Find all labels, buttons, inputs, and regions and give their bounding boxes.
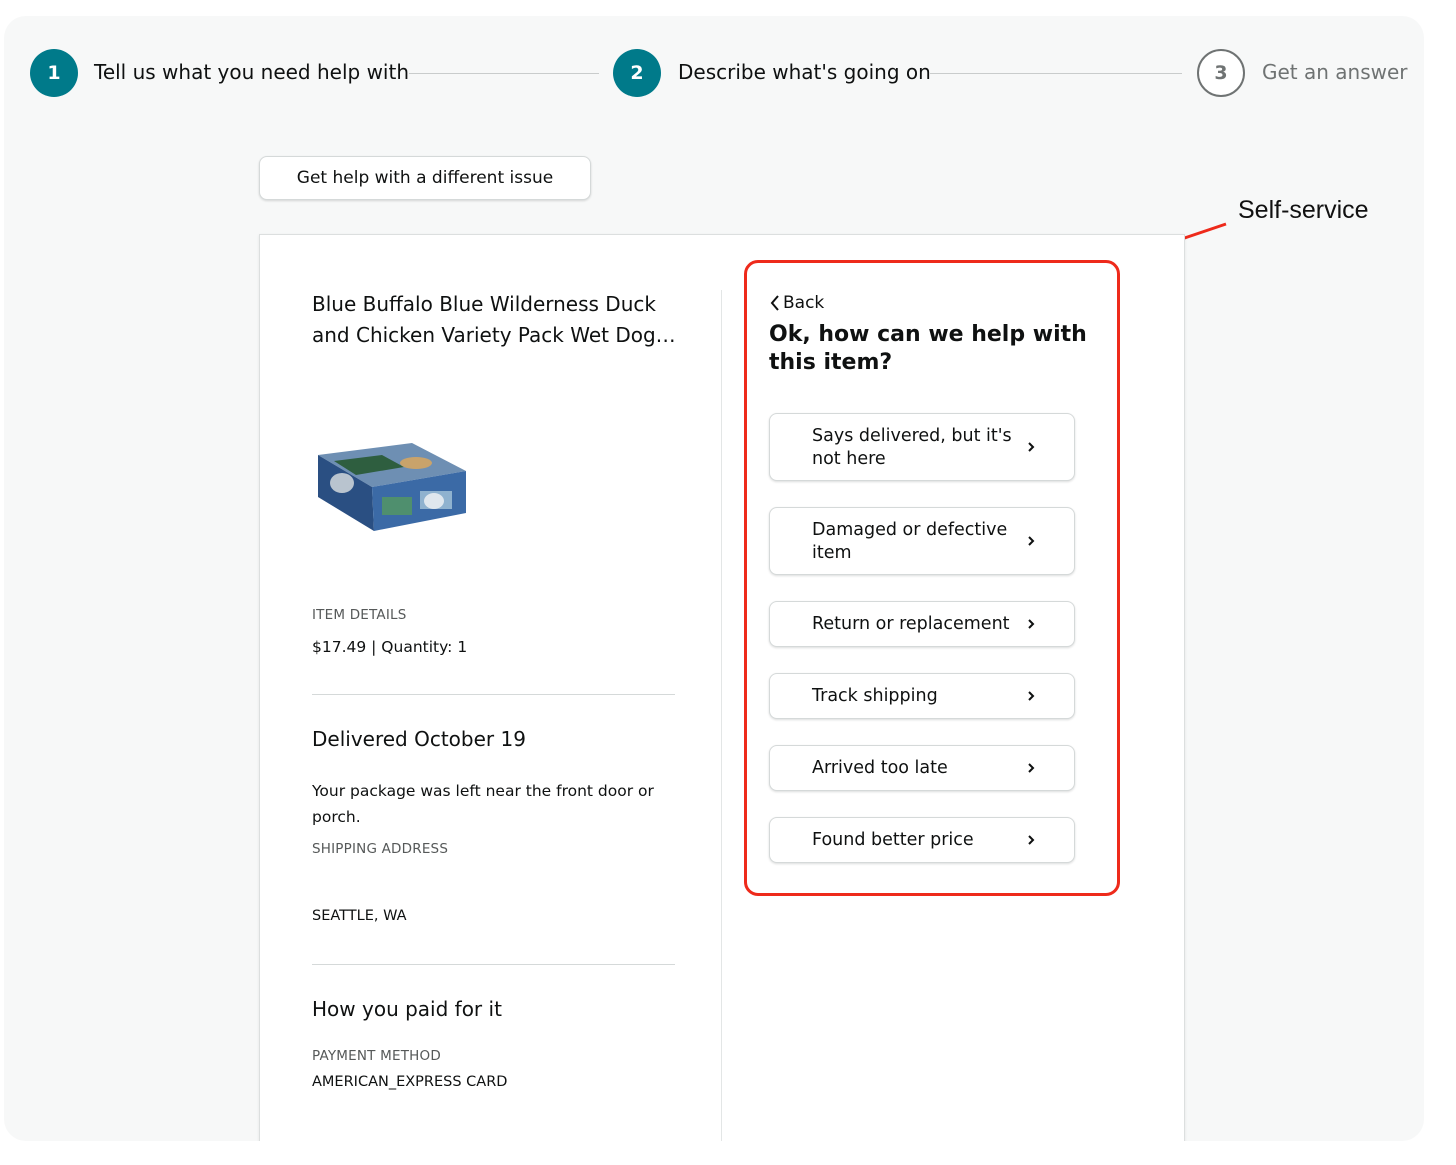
chevron-left-icon: [770, 295, 779, 311]
delivery-note: Your package was left near the front doo…: [312, 782, 654, 826]
payment-method-value: AMERICAN_EXPRESS CARD: [312, 1074, 508, 1090]
help-page: 1 Tell us what you need help with 2 Desc…: [4, 16, 1424, 1141]
option-track-shipping[interactable]: Track shipping: [769, 673, 1075, 719]
order-help-card: Blue Buffalo Blue Wilderness Duck and Ch…: [259, 234, 1185, 1141]
option-label: Found better price: [812, 830, 974, 850]
product-image: [318, 443, 466, 531]
item-price-quantity: $17.49 | Quantity: 1: [312, 638, 468, 656]
shipping-address-label: SHIPPING ADDRESS: [312, 841, 449, 857]
option-damaged-defective[interactable]: Damaged or defective item: [769, 507, 1075, 575]
option-arrived-too-late[interactable]: Arrived too late: [769, 745, 1075, 791]
step-connector-1: [409, 73, 599, 74]
option-label: Track shipping: [812, 686, 938, 706]
step-3-circle: 3: [1197, 49, 1245, 97]
divider: [312, 694, 675, 695]
back-link[interactable]: Back: [769, 293, 824, 313]
chevron-right-icon: [1028, 536, 1035, 546]
chevron-right-icon: [1028, 691, 1035, 701]
chevron-right-icon: [1028, 619, 1035, 629]
step-2-circle: 2: [613, 49, 661, 97]
different-issue-button[interactable]: Get help with a different issue: [259, 156, 591, 200]
self-service-title: Ok, how can we help with this item?: [769, 322, 1087, 375]
chevron-right-icon: [1028, 442, 1035, 452]
step-1-label: Tell us what you need help with: [94, 60, 409, 84]
self-service-panel: Back Ok, how can we help with this item?…: [744, 260, 1120, 896]
item-details-label: ITEM DETAILS: [312, 607, 407, 623]
option-found-better-price[interactable]: Found better price: [769, 817, 1075, 863]
delivery-status: Delivered October 19: [312, 727, 526, 751]
column-divider: [721, 290, 722, 1141]
option-label: Arrived too late: [812, 758, 948, 778]
step-connector-2: [930, 73, 1182, 74]
payment-method-label: PAYMENT METHOD: [312, 1048, 441, 1064]
option-label: Says delivered, but it's not here: [812, 426, 1012, 469]
product-title: Blue Buffalo Blue Wilderness Duck and Ch…: [312, 292, 676, 347]
option-return-replacement[interactable]: Return or replacement: [769, 601, 1075, 647]
step-1-circle: 1: [30, 49, 78, 97]
divider: [312, 964, 675, 965]
step-2-label: Describe what's going on: [678, 60, 931, 84]
progress-stepper: 1 Tell us what you need help with 2 Desc…: [4, 16, 1424, 136]
option-label: Damaged or defective item: [812, 520, 1008, 563]
option-says-delivered-not-here[interactable]: Says delivered, but it's not here: [769, 413, 1075, 481]
payment-section-title: How you paid for it: [312, 997, 502, 1021]
self-service-annotation: Self-service: [1238, 196, 1369, 224]
step-3-label: Get an answer: [1262, 60, 1408, 84]
chevron-right-icon: [1028, 763, 1035, 773]
option-label: Return or replacement: [812, 614, 1010, 634]
shipping-address-value: SEATTLE, WA: [312, 908, 407, 924]
chevron-right-icon: [1028, 835, 1035, 845]
back-label: Back: [783, 293, 825, 313]
